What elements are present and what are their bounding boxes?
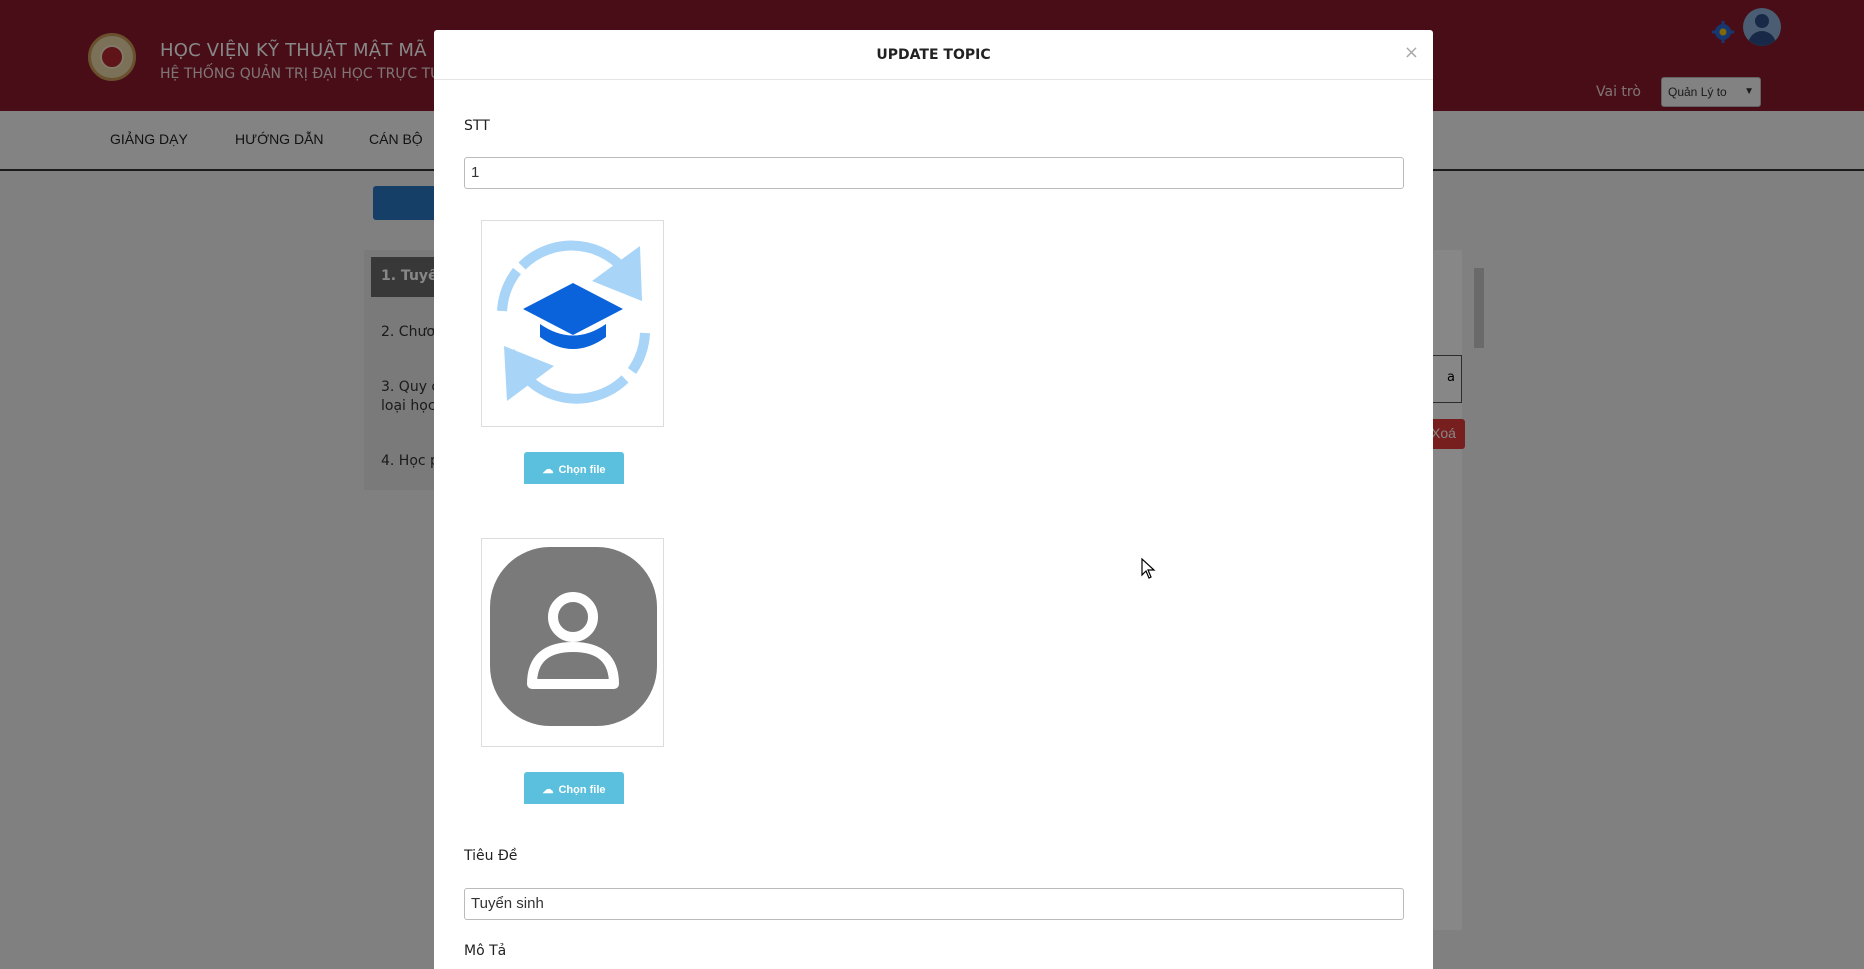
description-label: Mô Tả [464,943,507,959]
close-icon[interactable]: × [1404,42,1419,63]
modal-title: UPDATE TOPIC [876,47,991,63]
cloud-upload-icon: ☁ [542,464,554,476]
choose-file-button-1[interactable]: ☁ Chọn file [524,452,624,484]
stt-input[interactable]: 1 [464,157,1404,189]
title-input[interactable]: Tuyển sinh [464,888,1404,920]
user-avatar-icon [490,547,657,726]
mouse-cursor-icon [1141,558,1156,579]
title-label: Tiêu Đề [464,848,518,864]
modal-header: UPDATE TOPIC × [434,30,1433,80]
cloud-upload-icon: ☁ [542,784,554,796]
graduation-sync-icon [497,240,650,404]
avatar-image-preview [481,538,664,747]
stt-label: STT [464,118,490,134]
update-topic-modal: UPDATE TOPIC × STT 1 ☁ Chọn file ☁ Chọn fi… [434,30,1433,969]
choose-file-button-2[interactable]: ☁ Chọn file [524,772,624,804]
topic-image-preview [481,220,664,427]
